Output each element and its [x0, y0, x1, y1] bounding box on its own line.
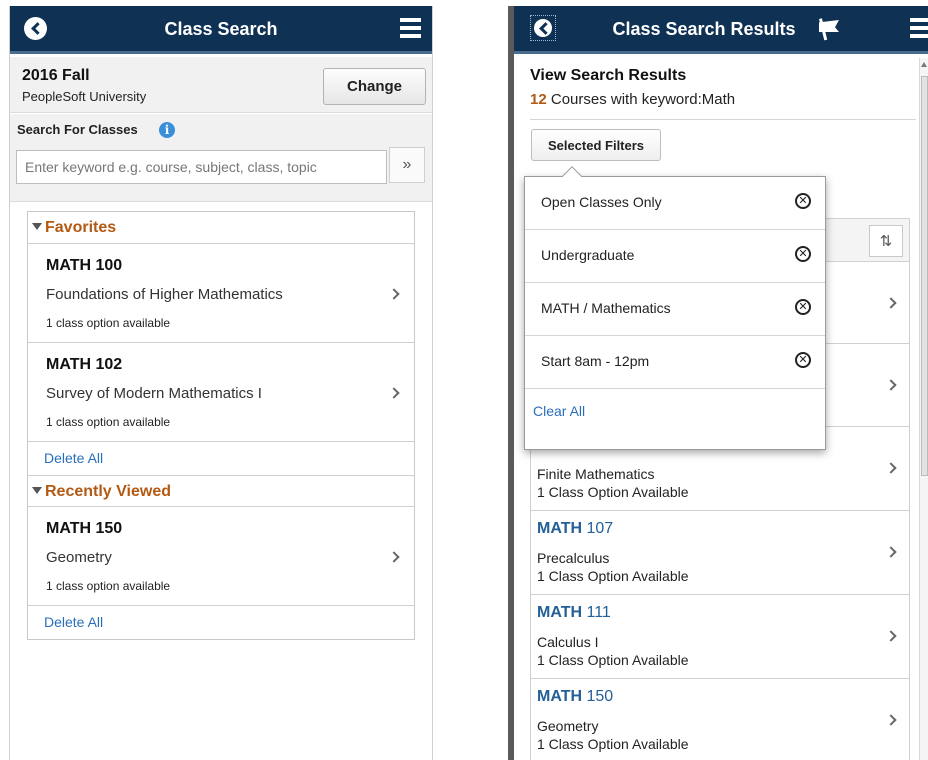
scrollbar[interactable] [919, 58, 928, 760]
info-icon[interactable]: i [159, 122, 175, 138]
recently-viewed-title: Recently Viewed [45, 483, 171, 500]
filter-item: Start 8am - 12pm ✕ [525, 336, 825, 389]
menu-icon[interactable] [910, 18, 928, 38]
course-availability: 1 Class Option Available [537, 652, 689, 668]
menu-icon[interactable] [400, 18, 421, 38]
chevron-right-icon [388, 288, 400, 300]
course-availability: 1 class option available [46, 415, 171, 429]
filter-item: MATH / Mathematics ✕ [525, 283, 825, 336]
filter-item: Undergraduate ✕ [525, 230, 825, 283]
chevron-right-icon [885, 714, 897, 726]
delete-all-favorites-link[interactable]: Delete All [28, 442, 414, 475]
course-availability: 1 Class Option Available [537, 484, 689, 500]
chevron-right-icon [388, 387, 400, 399]
class-search-results-panel: Class Search Results View Search Results… [508, 6, 928, 760]
course-name: Geometry [46, 549, 112, 566]
remove-circle-icon[interactable]: ✕ [795, 246, 811, 262]
course-name: Foundations of Higher Mathematics [46, 286, 283, 303]
chevron-right-icon [885, 297, 897, 309]
chevron-right-icon [885, 630, 897, 642]
results-summary: 12 Courses with keyword:Math [530, 91, 735, 108]
favorites-title: Favorites [45, 219, 117, 236]
course-code: MATH 100 [46, 257, 123, 274]
result-item[interactable]: MATH 111 Calculus I 1 Class Option Avail… [530, 595, 910, 679]
results-title: View Search Results [530, 67, 687, 84]
chevron-right-icon [388, 551, 400, 563]
course-name: Survey of Modern Mathematics I [46, 385, 262, 402]
page-title: Class Search [164, 19, 278, 39]
course-name: Finite Mathematics [537, 466, 655, 482]
header-bar: Class Search Results [514, 6, 928, 54]
filter-label: Undergraduate [541, 247, 635, 263]
chevron-right-icon [885, 379, 897, 391]
panel-edge [508, 6, 514, 760]
chevron-right-icon [885, 462, 897, 474]
course-availability: 1 class option available [46, 316, 171, 330]
filter-label: Open Classes Only [541, 194, 662, 210]
course-code: MATH 102 [46, 356, 123, 373]
recent-course-item[interactable]: MATH 150 Geometry 1 class option availab… [28, 507, 414, 606]
selected-filters-popup: Open Classes Only ✕ Undergraduate ✕ MATH… [524, 166, 826, 450]
class-search-panel: Class Search 2016 Fall PeopleSoft Univer… [9, 6, 433, 760]
remove-circle-icon[interactable]: ✕ [795, 193, 811, 209]
selected-filters-button[interactable]: Selected Filters [531, 129, 661, 161]
results-description: Courses with keyword:Math [550, 91, 736, 108]
result-item[interactable]: MATH 107 Precalculus 1 Class Option Avai… [530, 511, 910, 595]
change-term-button[interactable]: Change [323, 68, 426, 105]
favorite-course-item[interactable]: MATH 100 Foundations of Higher Mathemati… [28, 244, 414, 343]
clear-all-filters-link[interactable]: Clear All [533, 403, 585, 419]
course-availability: 1 Class Option Available [537, 736, 689, 752]
course-availability: 1 class option available [46, 579, 171, 593]
favorites-header[interactable]: Favorites [28, 212, 414, 244]
favorite-course-item[interactable]: MATH 102 Survey of Modern Mathematics I … [28, 343, 414, 442]
results-header: View Search Results 12 Courses with keyw… [530, 67, 735, 108]
saved-courses-list: Favorites MATH 100 Foundations of Higher… [27, 211, 415, 640]
search-area: Search For Classes i » [10, 114, 432, 202]
flag-icon[interactable] [818, 18, 842, 41]
divider [530, 119, 916, 120]
sort-icon[interactable]: ⇅ [869, 225, 903, 257]
recently-viewed-header[interactable]: Recently Viewed [28, 475, 414, 507]
filter-label: Start 8am - 12pm [541, 353, 650, 369]
caret-down-icon [32, 487, 42, 494]
search-input[interactable] [16, 150, 387, 184]
search-label: Search For Classes [17, 122, 138, 137]
filter-label: MATH / Mathematics [541, 300, 671, 316]
caret-down-icon [32, 223, 42, 230]
scroll-up-icon[interactable] [921, 62, 927, 67]
delete-all-recent-link[interactable]: Delete All [28, 606, 414, 639]
course-name: Geometry [537, 718, 599, 734]
course-name: Precalculus [537, 550, 610, 566]
result-item[interactable]: MATH 150 Geometry 1 Class Option Availab… [530, 679, 910, 760]
term-bar: 2016 Fall PeopleSoft University Change [10, 57, 432, 113]
filter-item: Open Classes Only ✕ [525, 177, 825, 230]
course-availability: 1 Class Option Available [537, 568, 689, 584]
course-code: MATH 107 [537, 520, 614, 537]
course-code: MATH 150 [46, 520, 123, 537]
institution-name: PeopleSoft University [22, 89, 147, 104]
term-name: 2016 Fall [22, 67, 90, 84]
course-code: MATH 150 [537, 688, 614, 705]
remove-circle-icon[interactable]: ✕ [795, 299, 811, 315]
scrollbar-thumb[interactable] [921, 76, 928, 476]
chevron-right-icon [885, 546, 897, 558]
results-count: 12 [530, 91, 547, 108]
search-go-button[interactable]: » [389, 147, 425, 183]
remove-circle-icon[interactable]: ✕ [795, 352, 811, 368]
course-code: MATH 111 [537, 604, 611, 621]
course-name: Calculus I [537, 634, 599, 650]
header-bar: Class Search [10, 6, 432, 54]
